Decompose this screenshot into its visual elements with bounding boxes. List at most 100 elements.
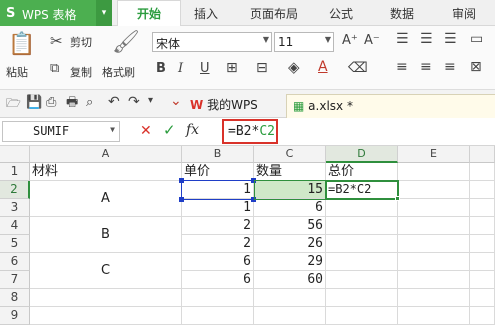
cell-c6[interactable]: 29: [254, 253, 326, 271]
row-header-1[interactable]: 1: [0, 163, 30, 181]
tab-data[interactable]: 数据: [390, 5, 414, 22]
chevron-down-icon[interactable]: ▾: [148, 96, 153, 106]
row-header-7[interactable]: 7: [0, 271, 30, 289]
font-size-select[interactable]: 11 ▼: [274, 32, 334, 52]
row-header-4[interactable]: 4: [0, 217, 30, 235]
row-header-9[interactable]: 9: [0, 307, 30, 325]
paste-icon[interactable]: 📋: [8, 34, 35, 56]
align-middle-icon[interactable]: ☰: [420, 32, 433, 46]
border-icon[interactable]: ⊞: [226, 61, 238, 75]
tab-formulas[interactable]: 公式: [329, 5, 353, 22]
cell-c4[interactable]: 56: [254, 217, 326, 235]
cell-d9[interactable]: [326, 307, 398, 325]
cell-f5[interactable]: [470, 235, 495, 253]
cell-a4-merged[interactable]: B: [30, 217, 182, 253]
cell-a9[interactable]: [30, 307, 182, 325]
copy-icon[interactable]: ⧉: [50, 62, 59, 75]
cell-d4[interactable]: [326, 217, 398, 235]
fill-handle[interactable]: [395, 196, 400, 201]
align-right-icon[interactable]: ≡: [444, 60, 456, 74]
cell-e3[interactable]: [398, 199, 470, 217]
cell-f7[interactable]: [470, 271, 495, 289]
cell-a2-merged[interactable]: A: [30, 181, 182, 217]
spreadsheet-grid[interactable]: A B C D E 1 2 3 4 5 6 7 8 9 材料 单价 数量 总价 …: [0, 146, 495, 325]
scissors-icon[interactable]: ✂: [50, 34, 63, 49]
tab-review[interactable]: 审阅: [452, 5, 476, 22]
row-header-6[interactable]: 6: [0, 253, 30, 271]
confirm-icon[interactable]: ✓: [163, 123, 176, 138]
open-folder-icon[interactable]: 🗁: [6, 97, 21, 109]
cell-a6-merged[interactable]: C: [30, 253, 182, 289]
cell-c5[interactable]: 26: [254, 235, 326, 253]
align-bottom-icon[interactable]: ☰: [444, 32, 457, 46]
cell-a1[interactable]: 材料: [30, 163, 182, 181]
formula-input[interactable]: =B2*C2: [222, 119, 278, 144]
cell-f3[interactable]: [470, 199, 495, 217]
row-header-5[interactable]: 5: [0, 235, 30, 253]
cell-c3[interactable]: 6: [254, 199, 326, 217]
cell-d7[interactable]: [326, 271, 398, 289]
increase-font-size-button[interactable]: A⁺: [342, 34, 358, 47]
cell-e8[interactable]: [398, 289, 470, 307]
font-name-select[interactable]: 宋体 ▼: [152, 32, 272, 52]
row-header-2[interactable]: 2: [0, 181, 30, 199]
wrap-text-icon[interactable]: ▭: [470, 32, 483, 46]
cell-f6[interactable]: [470, 253, 495, 271]
cell-a8[interactable]: [30, 289, 182, 307]
cell-e2[interactable]: [398, 181, 470, 199]
cell-b7[interactable]: 6: [182, 271, 254, 289]
column-header-e[interactable]: E: [398, 146, 470, 163]
row-header-8[interactable]: 8: [0, 289, 30, 307]
cell-b3[interactable]: 1: [182, 199, 254, 217]
format-painter-button[interactable]: 格式刷: [102, 64, 135, 80]
cell-f2[interactable]: [470, 181, 495, 199]
name-box[interactable]: SUMIF ▼: [2, 121, 120, 142]
cell-e4[interactable]: [398, 217, 470, 235]
fill-color-icon[interactable]: ◈: [288, 60, 300, 75]
cell-e5[interactable]: [398, 235, 470, 253]
italic-button[interactable]: I: [178, 62, 183, 75]
print-preview-icon[interactable]: ⌕: [86, 96, 93, 109]
cell-b1[interactable]: 单价: [182, 163, 254, 181]
align-left-icon[interactable]: ≡: [396, 60, 408, 74]
cell-b4[interactable]: 2: [182, 217, 254, 235]
column-header-d[interactable]: D: [326, 146, 398, 163]
redo-icon[interactable]: ↷: [128, 95, 140, 109]
app-logo[interactable]: S WPS 表格 ▾: [0, 0, 112, 26]
align-center-icon[interactable]: ≡: [420, 60, 432, 74]
merge-cells-icon[interactable]: ⊠: [470, 60, 482, 74]
cell-d3[interactable]: [326, 199, 398, 217]
cell-b5[interactable]: 2: [182, 235, 254, 253]
copy-button[interactable]: 复制: [70, 64, 92, 80]
print-icon[interactable]: 🖶: [66, 96, 78, 109]
paste-button[interactable]: 粘贴: [6, 64, 28, 80]
cell-b2[interactable]: 1: [182, 181, 254, 199]
cell-f8[interactable]: [470, 289, 495, 307]
reference-handle[interactable]: [251, 178, 256, 183]
decrease-font-size-button[interactable]: A⁻: [364, 34, 380, 47]
cell-d5[interactable]: [326, 235, 398, 253]
cell-c2[interactable]: 15: [254, 181, 326, 199]
cell-f1[interactable]: [470, 163, 495, 181]
cell-style-icon[interactable]: ⊟: [256, 61, 268, 75]
column-header-b[interactable]: B: [182, 146, 254, 163]
cell-e9[interactable]: [398, 307, 470, 325]
cell-f9[interactable]: [470, 307, 495, 325]
cell-b8[interactable]: [182, 289, 254, 307]
bold-button[interactable]: B: [156, 62, 166, 75]
tab-insert[interactable]: 插入: [194, 5, 218, 22]
cell-c8[interactable]: [254, 289, 326, 307]
cut-button[interactable]: 剪切: [70, 34, 92, 50]
cell-e1[interactable]: [398, 163, 470, 181]
cell-c1[interactable]: 数量: [254, 163, 326, 181]
save-icon[interactable]: 💾: [26, 96, 42, 109]
tab-my-wps[interactable]: W 我的WPS: [186, 94, 284, 118]
row-header-3[interactable]: 3: [0, 199, 30, 217]
cell-c9[interactable]: [254, 307, 326, 325]
tab-page-layout[interactable]: 页面布局: [250, 5, 298, 22]
tab-document-axlsx[interactable]: ▦ a.xlsx *: [286, 94, 495, 118]
insert-function-icon[interactable]: fx: [186, 123, 199, 137]
export-pdf-icon[interactable]: ⎙: [46, 96, 56, 109]
reference-handle[interactable]: [251, 197, 256, 202]
cell-b6[interactable]: 6: [182, 253, 254, 271]
